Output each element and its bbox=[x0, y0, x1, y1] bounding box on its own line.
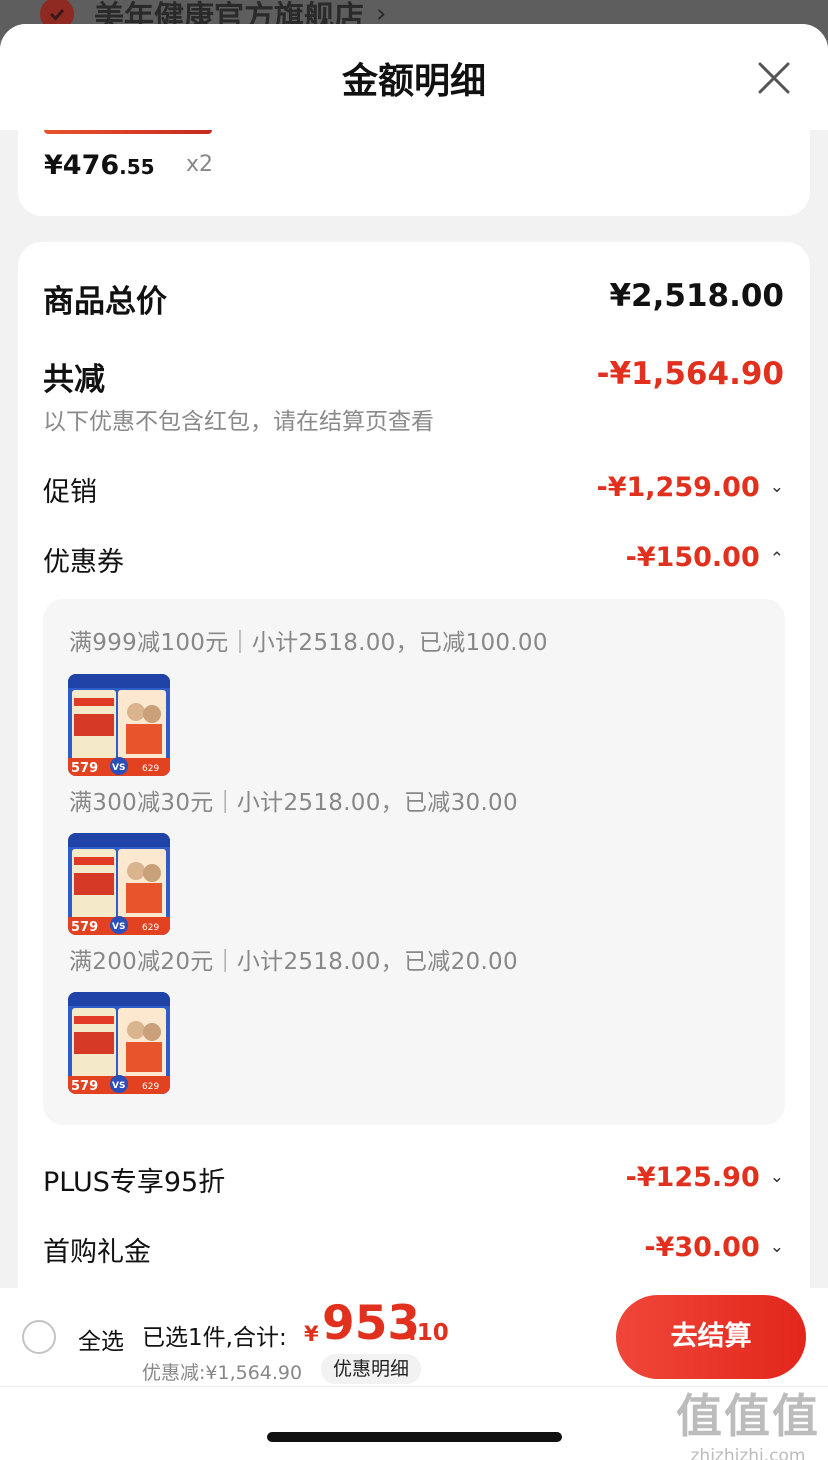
first-purchase-gift-value: -¥30.00 bbox=[644, 1232, 760, 1263]
home-indicator[interactable] bbox=[267, 1432, 562, 1442]
discount-note: 以下优惠不包含红包，请在结算页查看 bbox=[43, 409, 434, 435]
promo-label: 促销 bbox=[43, 477, 97, 508]
coupon-value: -¥150.00 bbox=[625, 542, 760, 573]
svg-text:629: 629 bbox=[142, 764, 159, 774]
total-amount-integer: 953 bbox=[322, 1296, 421, 1351]
promo-value: -¥1,259.00 bbox=[596, 472, 760, 503]
svg-text:VS: VS bbox=[112, 922, 125, 932]
close-icon bbox=[758, 62, 790, 94]
first-purchase-gift-row-toggle[interactable]: -¥30.00 ⌄ bbox=[644, 1232, 784, 1263]
svg-text:VS: VS bbox=[112, 1081, 125, 1091]
product-price: ¥476.55 bbox=[44, 150, 155, 181]
close-button[interactable] bbox=[752, 56, 796, 100]
cart-bottom-bar: 全选 已选1件,合计: ¥ 953 .10 优惠减:¥1,564.90 优惠明细… bbox=[0, 1288, 828, 1460]
promo-row-toggle[interactable]: -¥1,259.00 ⌄ bbox=[597, 472, 784, 503]
coupon-rule: 满999减100元｜小计2518.00，已减100.00 bbox=[69, 630, 548, 656]
coupon-rule: 满300减30元｜小计2518.00，已减30.00 bbox=[69, 790, 518, 816]
coupon-detail-panel: 满999减100元｜小计2518.00，已减100.00 579 VS 629 … bbox=[43, 599, 785, 1125]
product-quantity: x2 bbox=[186, 152, 214, 177]
price-summary-card: 商品总价 ¥2,518.00 共减 -¥1,564.90 以下优惠不包含红包，请… bbox=[18, 242, 810, 1342]
reduced-value: -¥1,564.90 bbox=[596, 356, 784, 392]
coupon-product-thumbnail[interactable]: 579 VS 629 bbox=[68, 674, 170, 776]
svg-text:629: 629 bbox=[142, 1082, 159, 1092]
watermark-site: zhizhizhi.com bbox=[690, 1446, 806, 1460]
svg-text:579: 579 bbox=[71, 1079, 98, 1094]
coupon-product-thumbnail[interactable]: 579 VS 629 bbox=[68, 833, 170, 935]
coupon-label: 优惠券 bbox=[43, 547, 124, 578]
total-currency: ¥ bbox=[304, 1322, 319, 1346]
discount-detail-button[interactable]: 优惠明细 bbox=[321, 1354, 422, 1384]
select-all-checkbox[interactable] bbox=[22, 1320, 56, 1354]
svg-text:629: 629 bbox=[142, 923, 159, 933]
chevron-down-icon: ⌄ bbox=[769, 477, 784, 497]
plus-discount-value: -¥125.90 bbox=[625, 1162, 760, 1193]
chevron-down-icon: ⌄ bbox=[769, 1237, 784, 1257]
selected-total-label: 已选1件,合计: bbox=[142, 1325, 287, 1351]
chevron-up-icon: ⌃ bbox=[769, 549, 784, 569]
checkout-button[interactable]: 去结算 bbox=[616, 1295, 806, 1379]
svg-text:579: 579 bbox=[71, 920, 98, 935]
sheet-title: 金额明细 bbox=[341, 61, 486, 102]
watermark-logo: 值值值 bbox=[676, 1389, 820, 1443]
svg-text:VS: VS bbox=[112, 763, 125, 773]
product-thumbnail bbox=[44, 130, 212, 134]
plus-discount-label: PLUS专享95折 bbox=[43, 1167, 226, 1198]
total-value: ¥2,518.00 bbox=[609, 278, 784, 314]
amount-detail-sheet: 金额明细 ¥476.55 x2 商品总价 ¥2,518.00 共减 -¥1,56… bbox=[0, 24, 828, 1460]
total-label: 商品总价 bbox=[43, 284, 167, 320]
coupon-rule: 满200减20元｜小计2518.00，已减20.00 bbox=[69, 949, 518, 975]
sheet-header: 金额明细 bbox=[0, 24, 828, 130]
svg-text:579: 579 bbox=[71, 761, 98, 776]
reduced-label: 共减 bbox=[43, 362, 105, 398]
site-watermark: 值值值 zhizhizhi.com bbox=[676, 1380, 820, 1460]
coupon-product-thumbnail[interactable]: 579 VS 629 bbox=[68, 992, 170, 1094]
discount-summary: 优惠减:¥1,564.90 bbox=[142, 1362, 303, 1384]
total-amount-decimal: .10 bbox=[408, 1320, 449, 1346]
coupon-row-toggle[interactable]: -¥150.00 ⌃ bbox=[626, 542, 784, 573]
product-card: ¥476.55 x2 bbox=[18, 130, 810, 216]
select-all-label[interactable]: 全选 bbox=[78, 1322, 124, 1356]
chevron-down-icon: ⌄ bbox=[769, 1167, 784, 1187]
plus-discount-row-toggle[interactable]: -¥125.90 ⌄ bbox=[626, 1162, 784, 1193]
first-purchase-gift-label: 首购礼金 bbox=[43, 1237, 151, 1268]
